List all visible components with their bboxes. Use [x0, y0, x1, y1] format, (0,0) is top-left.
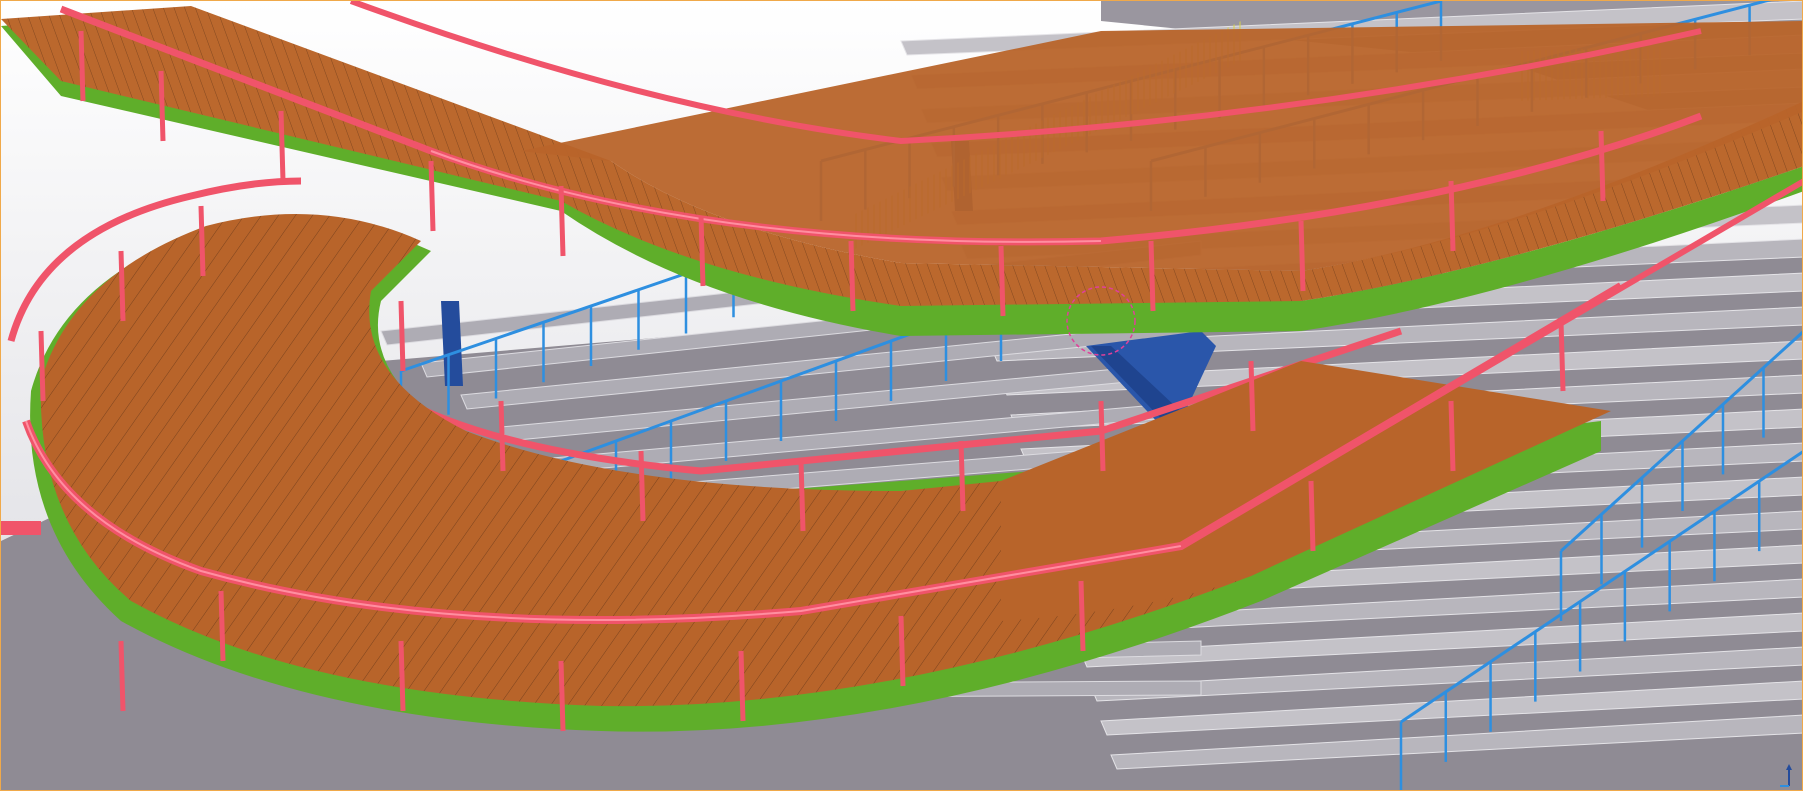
handrail-post [278, 110, 286, 182]
handrail-post [698, 215, 706, 287]
floor-marking [1, 521, 41, 535]
handrail-post [558, 185, 566, 257]
handrail-post [1558, 320, 1566, 392]
handrail-post [198, 205, 206, 277]
handrail-post [158, 70, 166, 142]
axis-triad-icon[interactable] [1778, 764, 1800, 788]
handrail-post [1148, 240, 1156, 312]
handrail-post [1598, 130, 1606, 202]
handrail-post [398, 300, 406, 372]
handrail-post [118, 640, 126, 712]
handrail-post [558, 660, 566, 732]
handrail-post [848, 240, 856, 312]
handrail-post [38, 330, 46, 402]
handrail-post [898, 615, 906, 687]
handrail-post [1448, 400, 1456, 472]
handrail-post [1448, 180, 1456, 252]
handrail-post [1248, 360, 1256, 432]
handrail-post [958, 440, 966, 512]
model-viewport[interactable] [0, 0, 1803, 791]
handrail-post [218, 590, 226, 662]
handrail-post [1298, 220, 1306, 292]
handrail-post [798, 460, 806, 532]
handrail-post [118, 250, 126, 322]
handrail-post [998, 245, 1006, 317]
handrail-post [1078, 580, 1086, 652]
handrail-post [738, 650, 746, 722]
handrail-post [498, 400, 506, 472]
handrail-post [78, 30, 86, 102]
handrail-post [638, 450, 646, 522]
3d-scene[interactable] [1, 1, 1803, 791]
handrail-post [1308, 480, 1316, 552]
handrail-post [428, 160, 436, 232]
handrail-post [398, 640, 406, 712]
handrail-post [1098, 400, 1106, 472]
